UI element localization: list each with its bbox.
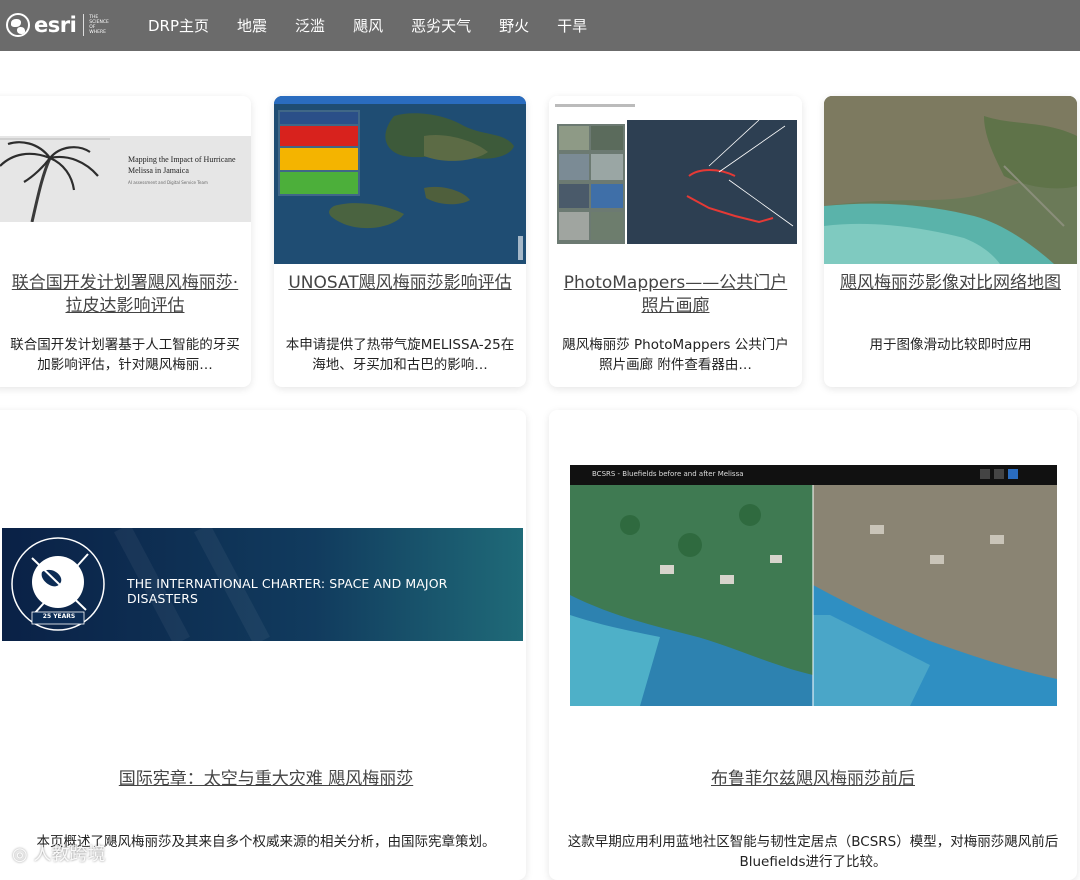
card-title[interactable]: 布鲁菲尔兹飓风梅丽莎前后 [559,768,1067,791]
globe-icon [6,13,30,37]
card-imagery-comparison[interactable]: 飓风梅丽莎影像对比网络地图 用于图像滑动比较即时应用 [824,96,1077,387]
image-caption: Mapping the Impact of Hurricane Melissa … [128,155,236,175]
card-thumbnail: 25 YEARS THE INTERNATIONAL CHARTER: SPAC… [2,528,523,641]
nav-drought[interactable]: 干旱 [557,15,587,36]
nav-wildfire[interactable]: 野火 [499,15,529,36]
palm-tree-image [0,136,251,222]
card-description: 联合国开发计划署基于人工智能的牙买加影响评估，针对飓风梅丽… [10,337,240,373]
image-caption: THE INTERNATIONAL CHARTER: SPACE AND MAJ… [127,576,448,606]
card-thumbnail [274,96,526,264]
watermark-text: 人教跨境 [33,844,106,865]
nav-flood[interactable]: 泛滥 [295,15,325,36]
nav-hurricane[interactable]: 飓风 [353,15,383,36]
image-caption: BCSRS - Bluefields before and after Meli… [592,470,744,478]
card-title[interactable]: 国际宪章：太空与重大灾难 飓风梅丽莎 [10,768,522,791]
logo-tagline: THE SCIENCE OF WHERE [89,15,109,35]
card-title[interactable]: 联合国开发计划署飓风梅丽莎·拉皮达影响评估 [4,272,246,318]
card-description: 飓风梅丽莎 PhotoMappers 公共门户照片画廊 附件查看器由… [562,337,789,373]
card-thumbnail [549,96,802,264]
card-international-charter[interactable]: 25 YEARS THE INTERNATIONAL CHARTER: SPAC… [0,410,526,880]
card-thumbnail: Mapping the Impact of Hurricane Melissa … [0,136,251,222]
camera-icon: ◎ [12,844,28,865]
nav-severe-weather[interactable]: 恶劣天气 [411,15,471,36]
badge-25-years: 25 YEARS [42,613,76,620]
card-title[interactable]: UNOSAT飓风梅丽莎影响评估 [282,272,518,295]
before-after-comparison-image [570,465,1057,706]
nav-earthquake[interactable]: 地震 [237,15,267,36]
photo-gallery-image [549,96,802,264]
card-description: 这款早期应用利用蓝地社区智能与韧性定居点（BCSRS）模型，对梅丽莎飓风前后Bl… [567,834,1059,870]
logo-wordmark: esri [34,13,77,37]
watermark: ◎ 人教跨境 [12,840,105,866]
card-description: 本申请提供了热带气旋MELISSA-25在海地、牙买加和古巴的影响… [285,337,515,373]
card-title[interactable]: 飓风梅丽莎影像对比网络地图 [832,272,1069,295]
card-title[interactable]: PhotoMappers——公共门户照片画廊 [557,272,794,318]
esri-logo[interactable]: esri THE SCIENCE OF WHERE [6,11,113,39]
unosat-map-image [274,96,526,264]
card-undp[interactable]: Mapping the Impact of Hurricane Melissa … [0,96,251,387]
card-bluefields[interactable]: BCSRS - Bluefields before and after Meli… [549,410,1077,880]
coastal-aerial-image [824,96,1077,264]
card-thumbnail [824,96,1077,264]
logo-divider [83,14,85,36]
nav-drp-home[interactable]: DRP主页 [148,15,209,36]
card-thumbnail: BCSRS - Bluefields before and after Meli… [570,465,1057,706]
image-subcaption: AI assessment and Digital Service Team [128,180,208,185]
top-navigation-bar: esri THE SCIENCE OF WHERE DRP主页 地震 泛滥 飓风… [0,0,1080,51]
main-nav: DRP主页 地震 泛滥 飓风 恶劣天气 野火 干旱 [148,0,615,51]
card-unosat[interactable]: UNOSAT飓风梅丽莎影响评估 本申请提供了热带气旋MELISSA-25在海地、… [274,96,526,387]
card-photomappers[interactable]: PhotoMappers——公共门户照片画廊 飓风梅丽莎 PhotoMapper… [549,96,802,387]
card-description: 用于图像滑动比较即时应用 [869,337,1032,353]
